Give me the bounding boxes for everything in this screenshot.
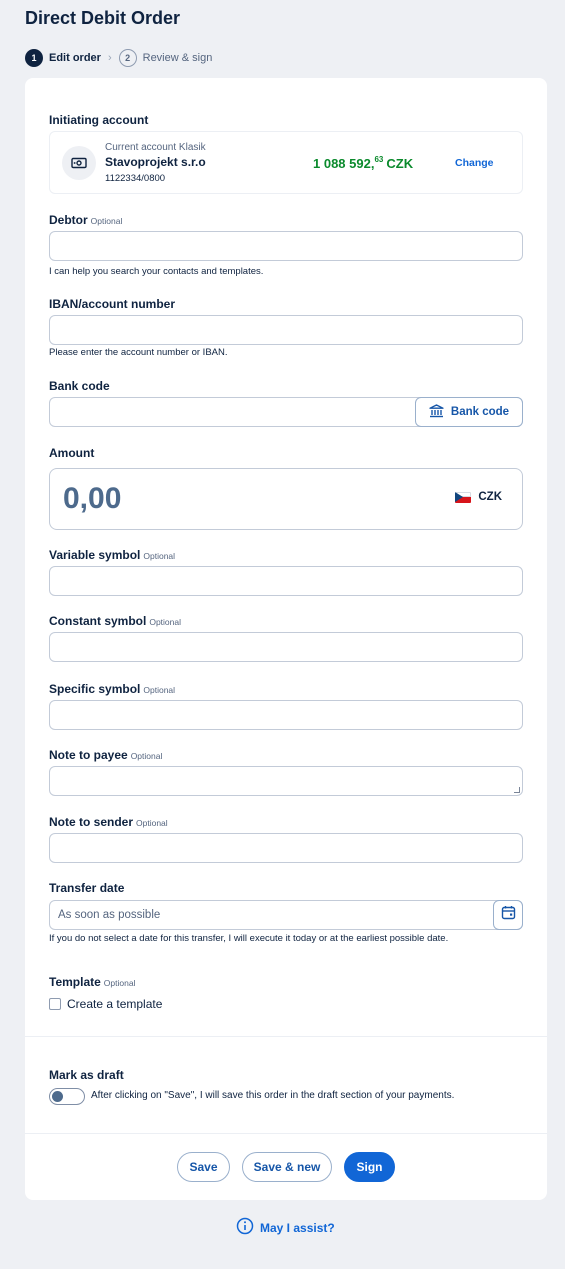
toggle-knob bbox=[52, 1091, 63, 1102]
assist-label: May I assist? bbox=[260, 1220, 335, 1235]
chevron-right-icon: › bbox=[107, 52, 112, 64]
iban-label: IBAN/account number bbox=[49, 297, 176, 311]
assist-link[interactable]: May I assist? bbox=[236, 1217, 335, 1238]
resize-handle-icon[interactable] bbox=[514, 787, 520, 793]
initiating-account-box: Current account Klasik Stavoprojekt s.r.… bbox=[49, 131, 523, 194]
draft-description: After clicking on "Save", I will save th… bbox=[91, 1090, 455, 1101]
constant-symbol-input[interactable] bbox=[49, 632, 523, 662]
optional-tag: Optional bbox=[136, 818, 168, 828]
iban-hint: Please enter the account number or IBAN. bbox=[49, 347, 228, 358]
optional-tag: Optional bbox=[143, 685, 176, 695]
divider bbox=[25, 1036, 547, 1037]
debtor-label-text: Debtor bbox=[49, 213, 88, 227]
optional-tag: Optional bbox=[90, 216, 123, 226]
optional-tag: Optional bbox=[149, 617, 182, 627]
currency-selector[interactable]: CZK bbox=[455, 491, 502, 503]
variable-symbol-label-text: Variable symbol bbox=[49, 548, 141, 562]
create-template-checkbox[interactable] bbox=[49, 998, 61, 1010]
balance-main: 1 088 592, bbox=[313, 156, 375, 171]
note-to-payee-label-text: Note to payee bbox=[49, 748, 128, 762]
optional-tag: Optional bbox=[130, 751, 163, 761]
currency-code: CZK bbox=[478, 491, 502, 503]
bank-code-button[interactable]: Bank code bbox=[415, 397, 523, 427]
template-label-text: Template bbox=[49, 975, 101, 989]
banknote-icon bbox=[62, 146, 96, 180]
account-balance: 1 088 592,63 CZK bbox=[313, 155, 414, 171]
transfer-date-placeholder: As soon as possible bbox=[58, 909, 161, 921]
step-1-number: 1 bbox=[25, 49, 43, 67]
constant-symbol-label-text: Constant symbol bbox=[49, 614, 147, 628]
amount-input[interactable]: 0,00 CZK bbox=[49, 468, 523, 530]
bank-code-label: Bank code bbox=[49, 379, 110, 393]
iban-input[interactable] bbox=[49, 315, 523, 345]
account-type: Current account Klasik bbox=[105, 142, 206, 153]
optional-tag: Optional bbox=[143, 551, 176, 561]
optional-tag: Optional bbox=[103, 978, 136, 988]
debtor-label: Debtor Optional bbox=[49, 213, 122, 227]
sign-button[interactable]: Sign bbox=[344, 1152, 395, 1182]
balance-currency: CZK bbox=[386, 156, 414, 171]
amount-label: Amount bbox=[49, 446, 95, 460]
constant-symbol-label: Constant symbol Optional bbox=[49, 614, 181, 628]
transfer-date-hint: If you do not select a date for this tra… bbox=[49, 933, 449, 944]
divider bbox=[25, 1133, 547, 1134]
bank-code-input[interactable]: Bank code bbox=[49, 397, 523, 427]
step-2-number: 2 bbox=[118, 49, 137, 67]
specific-symbol-label-text: Specific symbol bbox=[49, 682, 141, 696]
template-label: Template Optional bbox=[49, 975, 135, 989]
transfer-date-label: Transfer date bbox=[49, 881, 125, 895]
variable-symbol-input[interactable] bbox=[49, 566, 523, 596]
note-to-payee-textarea[interactable] bbox=[49, 766, 523, 796]
specific-symbol-input[interactable] bbox=[49, 700, 523, 730]
variable-symbol-label: Variable symbol Optional bbox=[49, 548, 175, 562]
order-form-card: Initiating account Current account Klasi… bbox=[25, 78, 547, 1200]
info-icon bbox=[236, 1217, 254, 1238]
change-account-link[interactable]: Change bbox=[455, 157, 494, 169]
debtor-hint: I can help you search your contacts and … bbox=[49, 266, 264, 277]
step-2-label: Review & sign bbox=[142, 52, 213, 64]
specific-symbol-label: Specific symbol Optional bbox=[49, 682, 175, 696]
bank-icon bbox=[429, 403, 444, 421]
initiating-account-label: Initiating account bbox=[49, 113, 149, 127]
bank-code-button-label: Bank code bbox=[450, 406, 510, 418]
calendar-button[interactable] bbox=[493, 900, 523, 930]
draft-toggle[interactable] bbox=[49, 1088, 85, 1105]
account-name: Stavoprojekt s.r.o bbox=[105, 155, 206, 169]
step-1-label: Edit order bbox=[49, 52, 101, 64]
balance-fraction: 63 bbox=[374, 155, 384, 164]
save-and-new-button[interactable]: Save & new bbox=[242, 1152, 332, 1182]
stepper: 1 Edit order › 2 Review & sign bbox=[25, 49, 212, 67]
create-template-label[interactable]: Create a template bbox=[67, 997, 162, 1011]
note-to-payee-label: Note to payee Optional bbox=[49, 748, 162, 762]
account-number: 1122334/0800 bbox=[105, 173, 166, 184]
note-to-sender-label: Note to sender Optional bbox=[49, 815, 168, 829]
amount-value: 0,00 bbox=[63, 482, 122, 515]
czech-flag-icon bbox=[455, 491, 472, 503]
transfer-date-input[interactable]: As soon as possible bbox=[49, 900, 523, 930]
debtor-input[interactable] bbox=[49, 231, 523, 261]
calendar-icon bbox=[501, 905, 516, 925]
note-to-sender-input[interactable] bbox=[49, 833, 523, 863]
note-to-sender-label-text: Note to sender bbox=[49, 815, 134, 829]
mark-as-draft-label: Mark as draft bbox=[49, 1068, 124, 1082]
save-button[interactable]: Save bbox=[177, 1152, 230, 1182]
page-title: Direct Debit Order bbox=[25, 8, 181, 28]
